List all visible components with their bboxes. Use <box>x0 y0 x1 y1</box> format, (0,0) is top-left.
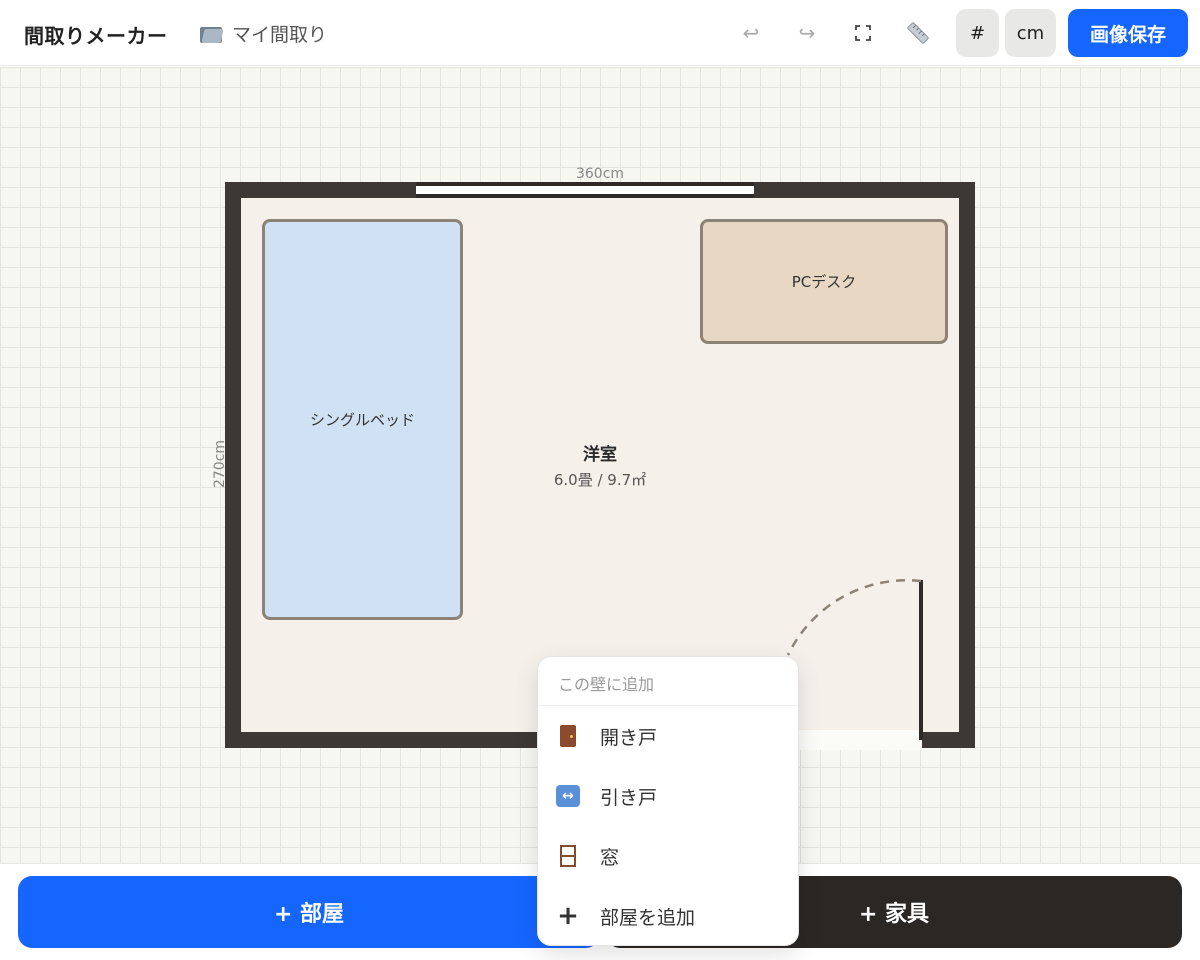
room-area: 6.0畳 / 9.7㎡ <box>553 471 647 489</box>
window-icon <box>556 844 580 868</box>
menu-item-window[interactable]: 窓 <box>538 826 798 886</box>
redo-icon: ↪ <box>798 21 816 45</box>
save-image-button[interactable]: 画像保存 <box>1068 9 1188 57</box>
width-dimension-label: 360cm <box>575 166 625 182</box>
folder-icon <box>200 25 224 43</box>
folder-name: マイ間取り <box>232 24 328 46</box>
fullscreen-button[interactable] <box>842 9 884 57</box>
fullscreen-icon <box>855 25 871 41</box>
menu-item-add-room[interactable]: + 部屋を追加 <box>538 886 798 946</box>
door-swing-arc <box>786 579 922 656</box>
furniture-pc-desk[interactable]: PCデスク <box>700 219 948 344</box>
furniture-label: シングルベッド <box>309 411 415 429</box>
menu-item-label: 部屋を追加 <box>600 906 696 929</box>
door-icon <box>556 724 580 748</box>
app-title: 間取りメーカー <box>24 24 168 48</box>
unit-label: cm <box>1016 22 1045 44</box>
plus-icon: + <box>557 901 579 931</box>
room-name: 洋室 <box>583 445 617 465</box>
wall-context-menu: この壁に追加 開き戸 ↔ 引き戸 窓 + 部屋を追加 <box>537 656 799 946</box>
menu-title: この壁に追加 <box>538 657 798 706</box>
unit-toggle-button[interactable]: cm <box>1005 9 1056 57</box>
menu-item-label: 開き戸 <box>600 726 658 749</box>
ruler-icon <box>907 22 929 44</box>
grid-toggle-button[interactable]: # <box>956 9 999 57</box>
door-opening[interactable] <box>790 730 922 750</box>
furniture-single-bed[interactable]: シングルベッド <box>262 219 463 620</box>
undo-icon: ↩ <box>742 21 760 45</box>
redo-button[interactable]: ↪ <box>786 9 828 57</box>
menu-item-label: 窓 <box>600 846 620 869</box>
top-header: 間取りメーカー マイ間取り ↩ ↪ # cm 画像保存 <box>0 0 1200 66</box>
measure-button[interactable] <box>896 9 940 57</box>
window-frame-inner <box>416 194 754 198</box>
add-room-button[interactable]: + 部屋 <box>18 876 600 948</box>
menu-item-label: 引き戸 <box>600 786 658 809</box>
left-right-arrow-icon: ↔ <box>556 784 580 808</box>
undo-button[interactable]: ↩ <box>730 9 772 57</box>
folder-selector[interactable]: マイ間取り <box>200 20 327 47</box>
window-frame-outer <box>416 182 754 186</box>
height-dimension-label: 270cm <box>212 439 228 489</box>
menu-item-sliding-door[interactable]: ↔ 引き戸 <box>538 766 798 826</box>
grid-icon: # <box>969 22 986 44</box>
furniture-label: PCデスク <box>791 273 857 291</box>
menu-item-hinged-door[interactable]: 開き戸 <box>538 706 798 766</box>
